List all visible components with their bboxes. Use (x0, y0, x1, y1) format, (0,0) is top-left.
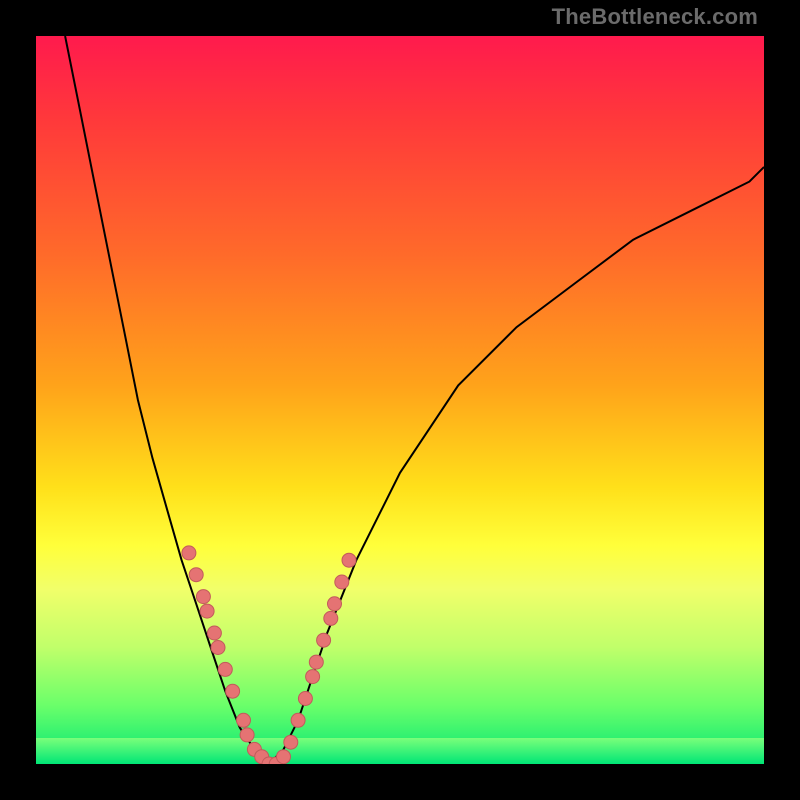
data-point (182, 546, 196, 560)
curve-right (269, 167, 764, 764)
data-point (237, 713, 251, 727)
data-point (298, 692, 312, 706)
curve-left (65, 36, 269, 764)
data-point (240, 728, 254, 742)
data-point (306, 670, 320, 684)
data-point (291, 713, 305, 727)
watermark-text: TheBottleneck.com (552, 4, 758, 30)
data-point (277, 750, 291, 764)
data-point (309, 655, 323, 669)
chart-frame: TheBottleneck.com (0, 0, 800, 800)
data-point (196, 590, 210, 604)
data-point (328, 597, 342, 611)
data-point (207, 626, 221, 640)
data-point (317, 633, 331, 647)
data-point (284, 735, 298, 749)
chart-svg (36, 36, 764, 764)
data-point (324, 611, 338, 625)
data-point (211, 641, 225, 655)
data-point (335, 575, 349, 589)
data-point (200, 604, 214, 618)
data-point (218, 662, 232, 676)
data-points (182, 546, 356, 764)
data-point (342, 553, 356, 567)
data-point (226, 684, 240, 698)
plot-area (36, 36, 764, 764)
data-point (189, 568, 203, 582)
